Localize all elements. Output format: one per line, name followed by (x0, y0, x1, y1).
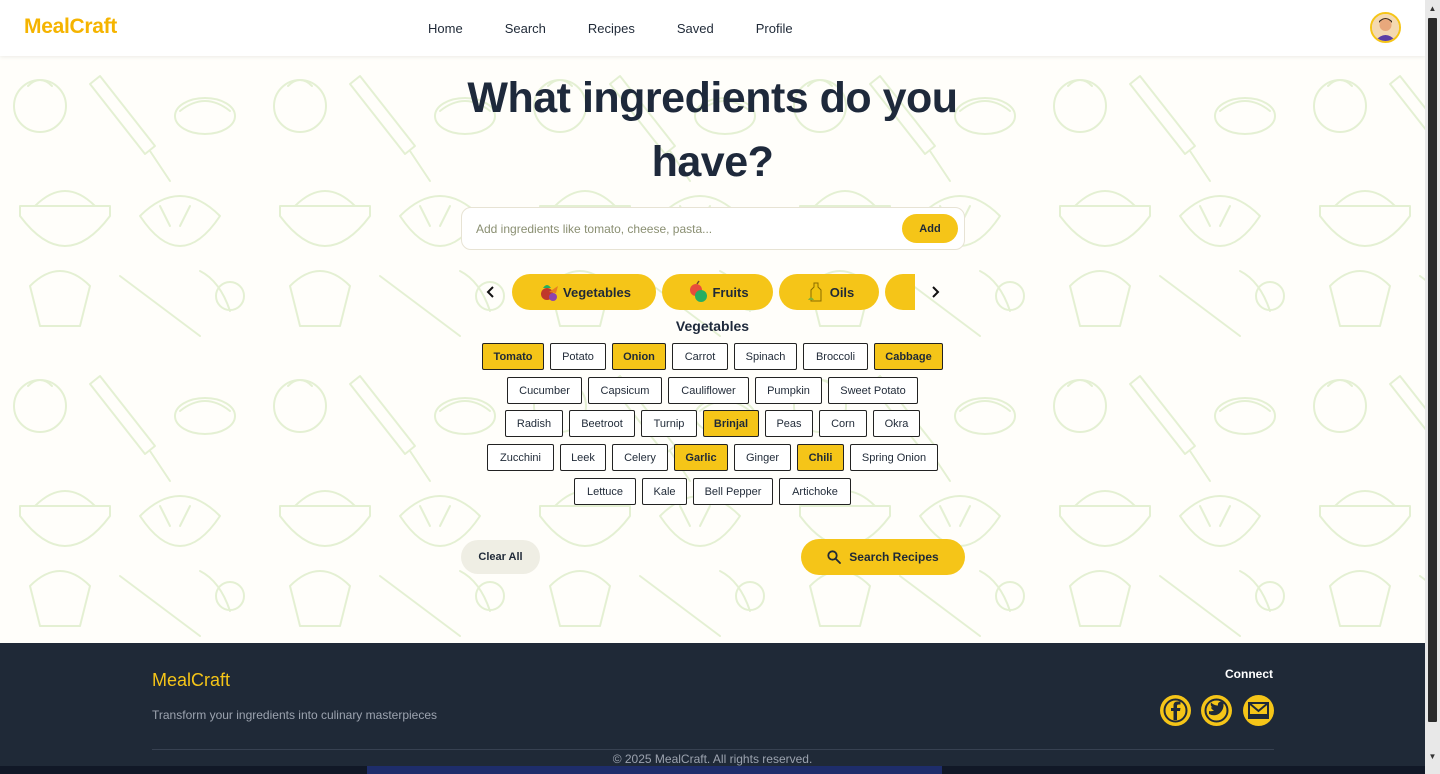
twitter-link[interactable] (1201, 695, 1232, 726)
vegetables-icon (541, 285, 559, 301)
search-icon (827, 550, 842, 564)
page-title-line-2: have? (651, 138, 774, 186)
ingredient-chip-artichoke[interactable]: Artichoke (779, 478, 851, 505)
carousel-prev-button[interactable] (482, 283, 500, 301)
search-recipes-label: Search Recipes (849, 550, 939, 564)
ingredient-chip-onion[interactable]: Onion (612, 343, 666, 370)
ingredient-chip-ginger[interactable]: Ginger (734, 444, 791, 471)
category-next-partial[interactable] (885, 274, 915, 310)
page-scrollbar[interactable]: ▲ ▼ (1425, 0, 1440, 774)
ingredient-chip-turnip[interactable]: Turnip (641, 410, 697, 437)
facebook-link[interactable] (1160, 695, 1191, 726)
footer-divider (152, 749, 1274, 750)
ingredient-chip-peas[interactable]: Peas (765, 410, 813, 437)
ingredient-chip-garlic[interactable]: Garlic (674, 444, 728, 471)
user-avatar-icon (1372, 14, 1399, 41)
chevron-left-icon (486, 286, 494, 298)
ingredient-chip-radish[interactable]: Radish (505, 410, 563, 437)
nav-recipes[interactable]: Recipes (567, 21, 656, 36)
search-recipes-button[interactable]: Search Recipes (801, 539, 965, 575)
ingredient-chip-capsicum[interactable]: Capsicum (588, 377, 662, 404)
user-avatar[interactable] (1370, 12, 1401, 43)
ingredient-chip-broccoli[interactable]: Broccoli (803, 343, 868, 370)
ingredient-chip-cauliflower[interactable]: Cauliflower (668, 377, 749, 404)
ingredient-chip-carrot[interactable]: Carrot (672, 343, 728, 370)
scrollbar-thumb[interactable] (1428, 18, 1437, 722)
category-vegetables-label: Vegetables (563, 284, 631, 300)
category-oils[interactable]: Oils (779, 274, 879, 310)
footer: MealCraft Transform your ingredients int… (0, 643, 1425, 774)
nav-saved[interactable]: Saved (656, 21, 735, 36)
ingredient-chip-sweet-potato[interactable]: Sweet Potato (828, 377, 918, 404)
ingredient-search-box: Add (461, 207, 965, 250)
category-vegetables[interactable]: Vegetables (512, 274, 656, 310)
carousel-next-button[interactable] (926, 283, 944, 301)
add-ingredient-button[interactable]: Add (902, 214, 958, 243)
ingredient-chip-pumpkin[interactable]: Pumpkin (755, 377, 822, 404)
category-oils-label: Oils (829, 284, 855, 300)
oils-icon (807, 282, 822, 302)
ingredient-chip-corn[interactable]: Corn (819, 410, 867, 437)
category-fruits[interactable]: Fruits (662, 274, 773, 310)
ingredient-chip-spring-onion[interactable]: Spring Onion (850, 444, 938, 471)
os-taskbar (0, 766, 1440, 774)
facebook-icon (1163, 698, 1188, 723)
ingredient-chip-celery[interactable]: Celery (612, 444, 668, 471)
footer-copyright: © 2025 MealCraft. All rights reserved. (612, 752, 813, 766)
nav-home[interactable]: Home (407, 21, 484, 36)
footer-connect-heading: Connect (1225, 667, 1273, 681)
ingredient-chip-cabbage[interactable]: Cabbage (874, 343, 943, 370)
ingredient-chip-bell-pepper[interactable]: Bell Pepper (693, 478, 773, 505)
taskbar-active-window (367, 766, 942, 774)
ingredient-chip-tomato[interactable]: Tomato (482, 343, 544, 370)
ingredient-chip-spinach[interactable]: Spinach (734, 343, 797, 370)
page-title-line-1: What ingredients do you (467, 74, 958, 122)
twitter-icon (1204, 698, 1229, 723)
ingredient-chip-okra[interactable]: Okra (873, 410, 920, 437)
clear-all-button[interactable]: Clear All (461, 540, 540, 574)
ingredient-chip-lettuce[interactable]: Lettuce (574, 478, 636, 505)
ingredient-input[interactable] (476, 218, 896, 240)
ingredient-chip-beetroot[interactable]: Beetroot (569, 410, 635, 437)
page-title: What ingredients do you have? (0, 66, 1425, 194)
ingredient-chip-leek[interactable]: Leek (560, 444, 606, 471)
nav-search[interactable]: Search (484, 21, 567, 36)
ingredient-chip-cucumber[interactable]: Cucumber (507, 377, 582, 404)
top-navbar: MealCraft Home Search Recipes Saved Prof… (0, 0, 1425, 56)
main-nav: Home Search Recipes Saved Profile (407, 0, 814, 56)
brand-logo[interactable]: MealCraft (24, 15, 117, 39)
footer-brand: MealCraft (152, 670, 231, 690)
mail-link[interactable] (1243, 695, 1274, 726)
ingredient-chip-potato[interactable]: Potato (550, 343, 606, 370)
nav-profile[interactable]: Profile (735, 21, 814, 36)
chevron-right-icon (932, 286, 940, 298)
category-fruits-label: Fruits (712, 284, 749, 300)
mail-icon (1248, 702, 1269, 719)
category-carousel: Vegetables Fruits Oils (512, 274, 915, 310)
ingredient-chip-brinjal[interactable]: Brinjal (703, 410, 759, 437)
category-section-title: Vegetables (675, 318, 750, 334)
ingredient-chip-zucchini[interactable]: Zucchini (487, 444, 554, 471)
page: MealCraft Home Search Recipes Saved Prof… (0, 0, 1425, 774)
ingredient-chip-kale[interactable]: Kale (642, 478, 687, 505)
fruits-icon (690, 280, 708, 302)
scroll-up-arrow-icon[interactable]: ▲ (1428, 4, 1437, 14)
scroll-down-arrow-icon[interactable]: ▼ (1428, 752, 1437, 762)
ingredient-chip-chili[interactable]: Chili (797, 444, 844, 471)
footer-tagline: Transform your ingredients into culinary… (152, 708, 438, 722)
